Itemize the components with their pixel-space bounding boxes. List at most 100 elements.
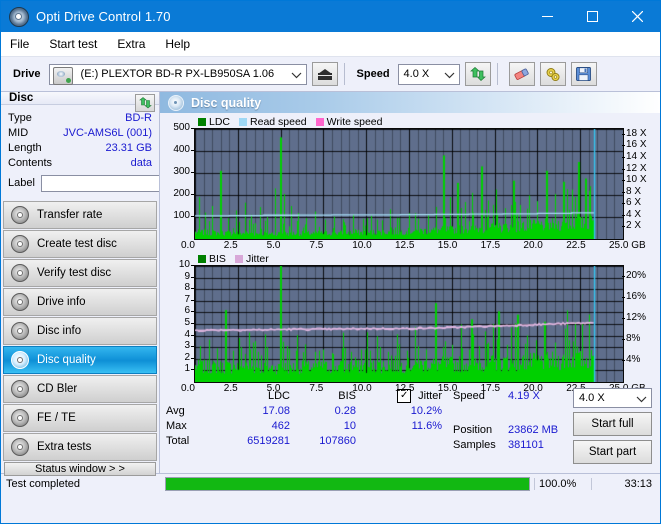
test-speed-select[interactable]: 4.0 X [573, 388, 652, 408]
gears-icon [546, 67, 560, 81]
y2-tick-mark [622, 317, 625, 319]
disc-icon [11, 235, 29, 253]
y-tick-label: 6 [184, 305, 190, 317]
x-tick-label: 2.5 [223, 240, 238, 251]
refresh-button[interactable] [464, 62, 491, 86]
legend-swatch-write-speed [315, 117, 324, 126]
chevron-down-icon [444, 65, 455, 86]
y-tick-mark [191, 299, 194, 301]
readout-samples-value: 381101 [508, 438, 544, 451]
y2-tick-mark [622, 226, 625, 228]
y-tick-label: 100 [173, 210, 190, 221]
close-button[interactable] [615, 1, 660, 32]
menu-item-help[interactable]: Help [165, 37, 190, 51]
y-tick-mark [191, 128, 194, 129]
disc-icon [11, 438, 29, 456]
tools-button[interactable] [539, 62, 566, 86]
y-tick-label: 2 [184, 351, 190, 363]
elapsed-time: 33:13 [591, 478, 660, 490]
minimize-button[interactable] [525, 1, 570, 32]
y-tick-mark [191, 194, 194, 195]
menu-item-extra[interactable]: Extra [117, 37, 145, 51]
erase-button[interactable] [508, 62, 535, 86]
sidebar-item-extra-tests[interactable]: Extra tests [3, 433, 157, 461]
y-tick-mark [191, 276, 194, 278]
ldc-plot-area[interactable] [194, 128, 624, 240]
x-tick-label: 10.0 [352, 383, 372, 394]
sidebar: Disc Type BD-R MID JVC-AMS6L (001) Lengt… [1, 92, 245, 476]
disc-refresh-button[interactable] [135, 94, 155, 112]
drive-select-value: (E:) PLEXTOR BD-R PX-LB950SA 1.06 [80, 68, 275, 80]
maximize-button[interactable] [570, 1, 615, 32]
readout-list: Speed 4.19 X Position 23862 MB Samples 3… [453, 388, 573, 473]
sidebar-item-label: Extra tests [37, 441, 92, 453]
y2-tick-mark [622, 203, 625, 205]
disc-contents-label: Contents [8, 156, 53, 169]
sidebar-item-create-test-disc[interactable]: Create test disc [3, 230, 157, 258]
x-tick-label: 20.0 [523, 383, 543, 394]
legend-label: BIS [209, 252, 226, 265]
start-full-button[interactable]: Start full [573, 412, 652, 436]
status-window-button[interactable]: Status window > > [4, 462, 156, 476]
start-part-button[interactable]: Start part [573, 440, 652, 464]
legend-label: Read speed [250, 115, 307, 128]
sidebar-item-label: Disc info [37, 325, 82, 337]
app-disc-icon [9, 6, 29, 27]
x-tick-label: 0.0 [181, 383, 195, 394]
eject-icon [317, 68, 332, 80]
y2-tick-label: 4 X [626, 208, 642, 220]
x-tick-label: 20.0 [523, 240, 543, 251]
sidebar-item-cd-bler[interactable]: CD Bler [3, 375, 157, 403]
stats-row-label: Total [166, 434, 190, 447]
sidebar-item-fe-te[interactable]: FE / TE [3, 404, 157, 432]
x-tick-label: 12.5 [395, 383, 415, 394]
application-window: Opti Drive Control 1.70 File Start test … [0, 0, 661, 524]
disc-info-row-type: Type BD-R [1, 110, 159, 125]
y2-tick-label: 12% [626, 311, 647, 323]
ldc-chart: LDC Read speed Write speed 100 200 300 4… [160, 115, 660, 252]
disc-mid-value: JVC-AMS6L (001) [63, 126, 152, 139]
menu-item-file[interactable]: File [10, 37, 29, 51]
sidebar-item-verify-test-disc[interactable]: Verify test disc [3, 259, 157, 287]
legend-swatch-bis [198, 254, 206, 263]
y-tick-label: 1 [184, 363, 190, 375]
stats-avg-bis: 0.28 [334, 404, 356, 417]
sidebar-item-transfer-rate[interactable]: Transfer rate [3, 201, 157, 229]
disc-info-row-mid: MID JVC-AMS6L (001) [1, 125, 159, 140]
progress-bar-fill [166, 478, 529, 490]
y2-tick-mark [622, 214, 625, 216]
bis-plot-area[interactable] [194, 265, 624, 383]
sidebar-item-label: Transfer rate [37, 209, 103, 221]
x-tick-label: 7.5 [309, 383, 324, 394]
disc-label-label: Label [8, 177, 35, 189]
y-tick-label: 500 [173, 122, 190, 133]
disc-mid-label: MID [8, 126, 29, 139]
drive-select[interactable]: (E:) PLEXTOR BD-R PX-LB950SA 1.06 [48, 63, 307, 85]
stats-avg-ldc: 17.08 [262, 404, 290, 417]
disc-icon [11, 293, 29, 311]
y-tick-mark [191, 172, 194, 173]
y-tick-mark [191, 311, 194, 313]
readout-row-samples: Samples 381101 [453, 437, 573, 452]
x-tick-label: 7.5 [309, 240, 324, 251]
eject-button[interactable] [311, 62, 338, 86]
y-tick-mark [191, 265, 194, 266]
y2-tick-label: 10 X [626, 174, 647, 186]
sidebar-item-drive-info[interactable]: Drive info [3, 288, 157, 316]
legend-swatch-ldc [198, 117, 206, 126]
menu-item-start-test[interactable]: Start test [49, 37, 97, 51]
speed-select[interactable]: 4.0 X [397, 63, 460, 86]
disc-icon [11, 322, 29, 340]
sidebar-item-disc-info[interactable]: Disc info [3, 317, 157, 345]
table-row: Avg 17.08 0.28 10.2% [166, 403, 453, 418]
legend-entry-write-speed: Write speed [315, 116, 383, 128]
stats-row-label: Max [166, 419, 187, 432]
y2-tick-mark [622, 168, 625, 170]
toolbar-divider-2 [496, 63, 498, 85]
progress-bar [165, 477, 530, 491]
y2-tick-label: 6 X [626, 197, 642, 209]
save-button[interactable] [570, 62, 597, 86]
sidebar-item-disc-quality[interactable]: Disc quality [3, 346, 157, 374]
x-tick-label: 12.5 [395, 240, 415, 251]
page-title: Disc quality [191, 95, 262, 110]
